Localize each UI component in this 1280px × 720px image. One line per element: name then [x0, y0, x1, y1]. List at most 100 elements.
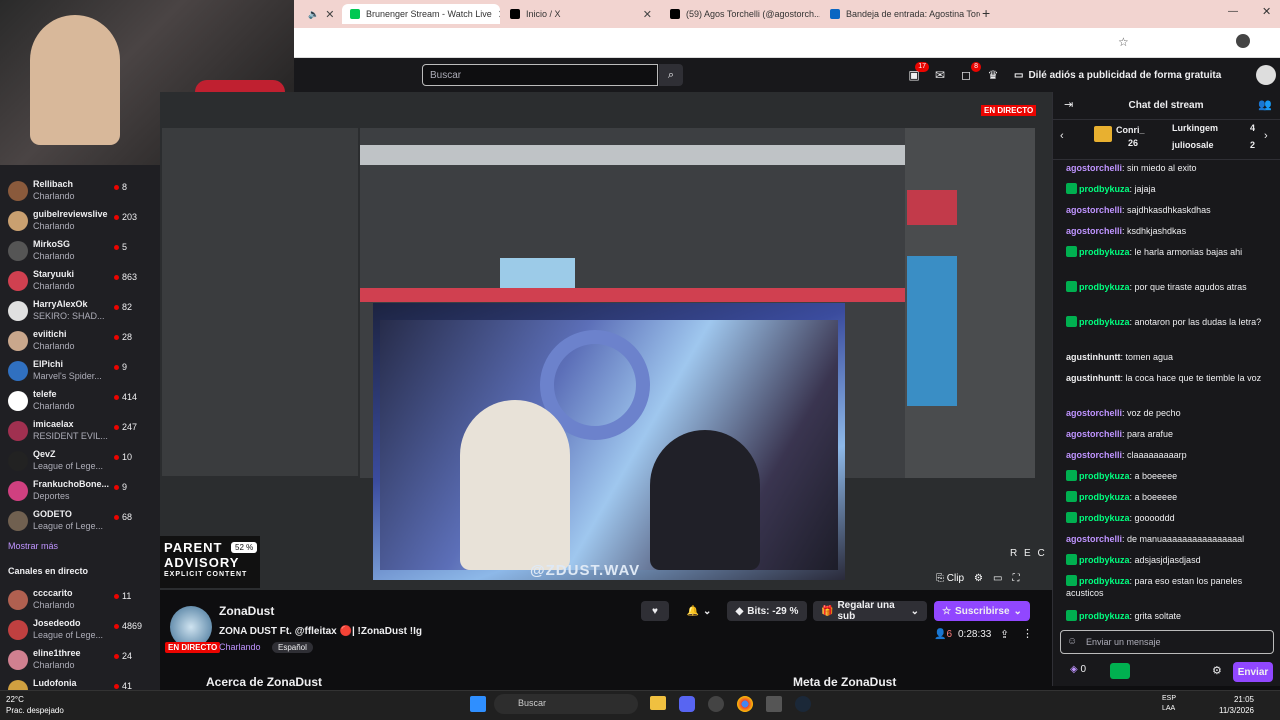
- taskbar-search[interactable]: Buscar: [494, 694, 638, 714]
- search-input[interactable]: Buscar: [422, 64, 658, 86]
- chat-username[interactable]: prodbykuza: [1079, 555, 1130, 565]
- chat-username[interactable]: prodbykuza: [1079, 513, 1130, 523]
- muted-tab[interactable]: 🔈 ✕: [300, 4, 340, 24]
- sidebar-channel-following[interactable]: Rellibach Charlando 8: [0, 176, 160, 206]
- weather-widget[interactable]: 22°C Prac. despejado: [6, 694, 64, 716]
- steam-icon[interactable]: [795, 696, 811, 712]
- subscribe-button[interactable]: ☆ Suscribirse ⌄: [934, 601, 1030, 621]
- search-button[interactable]: ⌕: [659, 64, 683, 86]
- close-icon[interactable]: ✕: [325, 8, 334, 21]
- chat-username[interactable]: agostorchelli: [1066, 450, 1122, 460]
- settings-icon[interactable]: ⚙: [974, 573, 983, 584]
- chat-username[interactable]: agostorchelli: [1066, 205, 1122, 215]
- adfree-button[interactable]: ▭ Dilé adiós a publicidad de forma gratui…: [1014, 66, 1221, 84]
- close-icon[interactable]: ✕: [498, 8, 500, 21]
- channel-points[interactable]: ◈ 0: [1070, 664, 1086, 675]
- gift-sub-button[interactable]: 🎁 Regalar una sub ⌄: [813, 600, 927, 622]
- notifications-button[interactable]: ▣ 17: [905, 62, 929, 84]
- chat-username[interactable]: prodbykuza: [1079, 611, 1130, 621]
- chat-username[interactable]: agostorchelli: [1066, 163, 1122, 173]
- stream-category[interactable]: Charlando: [219, 642, 261, 652]
- send-button[interactable]: Enviar: [1233, 662, 1273, 682]
- sidebar-channel-following[interactable]: HarryAlexOk SEKIRO: SHAD... 82: [0, 296, 160, 326]
- channel-category: League of Lege...: [33, 521, 104, 531]
- clock[interactable]: 21:05 11/3/2026: [1219, 694, 1254, 716]
- file-explorer-icon[interactable]: [650, 696, 666, 710]
- profile-avatar[interactable]: [1236, 34, 1250, 48]
- crown-button[interactable]: ♛: [984, 66, 1002, 84]
- notifications-bell-button[interactable]: 🔔 ⌄: [679, 601, 719, 621]
- bits-icon: ◆: [735, 605, 744, 617]
- chat-username[interactable]: prodbykuza: [1079, 317, 1130, 327]
- sidebar-channel-live[interactable]: eline1three Charlando 24: [0, 645, 160, 675]
- tab-brunenger[interactable]: Brunenger Stream - Watch Live ✕: [342, 4, 500, 24]
- chat-username[interactable]: agustinhuntt: [1066, 352, 1121, 362]
- channel-name: ccccarito: [33, 588, 73, 598]
- channel-name[interactable]: ZonaDust: [219, 604, 274, 618]
- live-dot-icon: [114, 215, 119, 220]
- share-icon[interactable]: ⇪: [1000, 628, 1009, 641]
- app-icon[interactable]: [766, 696, 782, 712]
- chat-username[interactable]: agostorchelli: [1066, 408, 1122, 418]
- sidebar-channel-following[interactable]: guibelreviewslive Charlando 203: [0, 206, 160, 236]
- chat-username[interactable]: agostorchelli: [1066, 226, 1122, 236]
- obs-icon[interactable]: [708, 696, 724, 712]
- star-icon[interactable]: ☆: [1118, 35, 1129, 49]
- sidebar-channel-following[interactable]: telefe Charlando 414: [0, 386, 160, 416]
- whispers-button[interactable]: ◻ 8: [957, 62, 981, 84]
- emote-icon[interactable]: ☺: [1067, 636, 1077, 647]
- language-tag[interactable]: Español: [272, 642, 313, 653]
- chat-username[interactable]: prodbykuza: [1079, 282, 1130, 292]
- close-icon[interactable]: ✕: [643, 8, 652, 21]
- sidebar-channel-live[interactable]: ccccarito Charlando 11: [0, 585, 160, 615]
- channel-category: Charlando: [33, 600, 75, 610]
- chat-username[interactable]: agustinhuntt: [1066, 373, 1121, 383]
- chat-input[interactable]: Enviar un mensaje: [1060, 630, 1274, 654]
- bits-button[interactable]: ◆ Bits: -29 %: [727, 601, 807, 621]
- new-tab-button[interactable]: +: [982, 5, 990, 21]
- chat-username[interactable]: prodbykuza: [1079, 471, 1130, 481]
- chat-settings-icon[interactable]: ⚙: [1212, 664, 1222, 677]
- sidebar-channel-following[interactable]: MirkoSG Charlando 5: [0, 236, 160, 266]
- chrome-icon[interactable]: [737, 696, 753, 712]
- tab-threads[interactable]: (59) Agos Torchelli (@agostorch...✕: [662, 4, 820, 24]
- chat-username[interactable]: prodbykuza: [1079, 576, 1130, 586]
- live-dot-icon: [114, 624, 119, 629]
- chat-username[interactable]: prodbykuza: [1079, 184, 1130, 194]
- chat-text: jajaja: [1134, 184, 1156, 194]
- chat-username[interactable]: agostorchelli: [1066, 534, 1122, 544]
- fullscreen-icon[interactable]: ⛶: [1012, 573, 1019, 584]
- follow-button[interactable]: ♥: [641, 601, 669, 621]
- sidebar-channel-live[interactable]: Josedeodo League of Lege... 4869: [0, 615, 160, 645]
- close-window-button[interactable]: ✕: [1262, 5, 1271, 18]
- users-icon[interactable]: 👥: [1258, 98, 1272, 111]
- sidebar-channel-following[interactable]: imicaelax RESIDENT EVIL... 247: [0, 416, 160, 446]
- clip-button[interactable]: ⎘ Clip: [936, 573, 964, 584]
- chat-username[interactable]: prodbykuza: [1079, 492, 1130, 502]
- minimize-button[interactable]: —: [1228, 6, 1238, 17]
- windows-start-icon[interactable]: [470, 696, 486, 712]
- sidebar-channel-following[interactable]: eviitichi Charlando 28: [0, 326, 160, 356]
- prediction-icon[interactable]: [1110, 663, 1130, 679]
- chat-username[interactable]: agostorchelli: [1066, 429, 1122, 439]
- chevron-left-icon[interactable]: ‹: [1060, 130, 1064, 142]
- chat-username[interactable]: prodbykuza: [1079, 247, 1130, 257]
- collapse-chat-icon[interactable]: ⇥: [1064, 98, 1073, 111]
- theatre-icon[interactable]: ▭: [993, 573, 1002, 584]
- address-bar[interactable]: [294, 28, 1280, 58]
- sidebar-channel-following[interactable]: Staryuuki Charlando 863: [0, 266, 160, 296]
- sidebar-channel-following[interactable]: QevZ League of Lege... 10: [0, 446, 160, 476]
- tab-x[interactable]: Inicio / X ✕: [502, 4, 660, 24]
- sidebar-channel-following[interactable]: GODETO League of Lege... 68: [0, 506, 160, 536]
- mail-button[interactable]: ✉: [931, 66, 949, 84]
- sidebar-channel-following[interactable]: ElPichi Marvel's Spider... 9: [0, 356, 160, 386]
- guest-person-left: [460, 400, 570, 570]
- chevron-right-icon[interactable]: ›: [1264, 130, 1268, 142]
- language-indicator[interactable]: ESP LAA: [1162, 694, 1176, 714]
- discord-icon[interactable]: [679, 696, 695, 712]
- user-avatar[interactable]: [1256, 65, 1276, 85]
- more-options-icon[interactable]: ⋮: [1022, 627, 1033, 640]
- sidebar-channel-following[interactable]: FrankuchoBone... Deportes 9: [0, 476, 160, 506]
- show-more-link[interactable]: Mostrar más: [8, 541, 58, 551]
- tab-outlook[interactable]: Bandeja de entrada: Agostina Torc...✕: [822, 4, 980, 24]
